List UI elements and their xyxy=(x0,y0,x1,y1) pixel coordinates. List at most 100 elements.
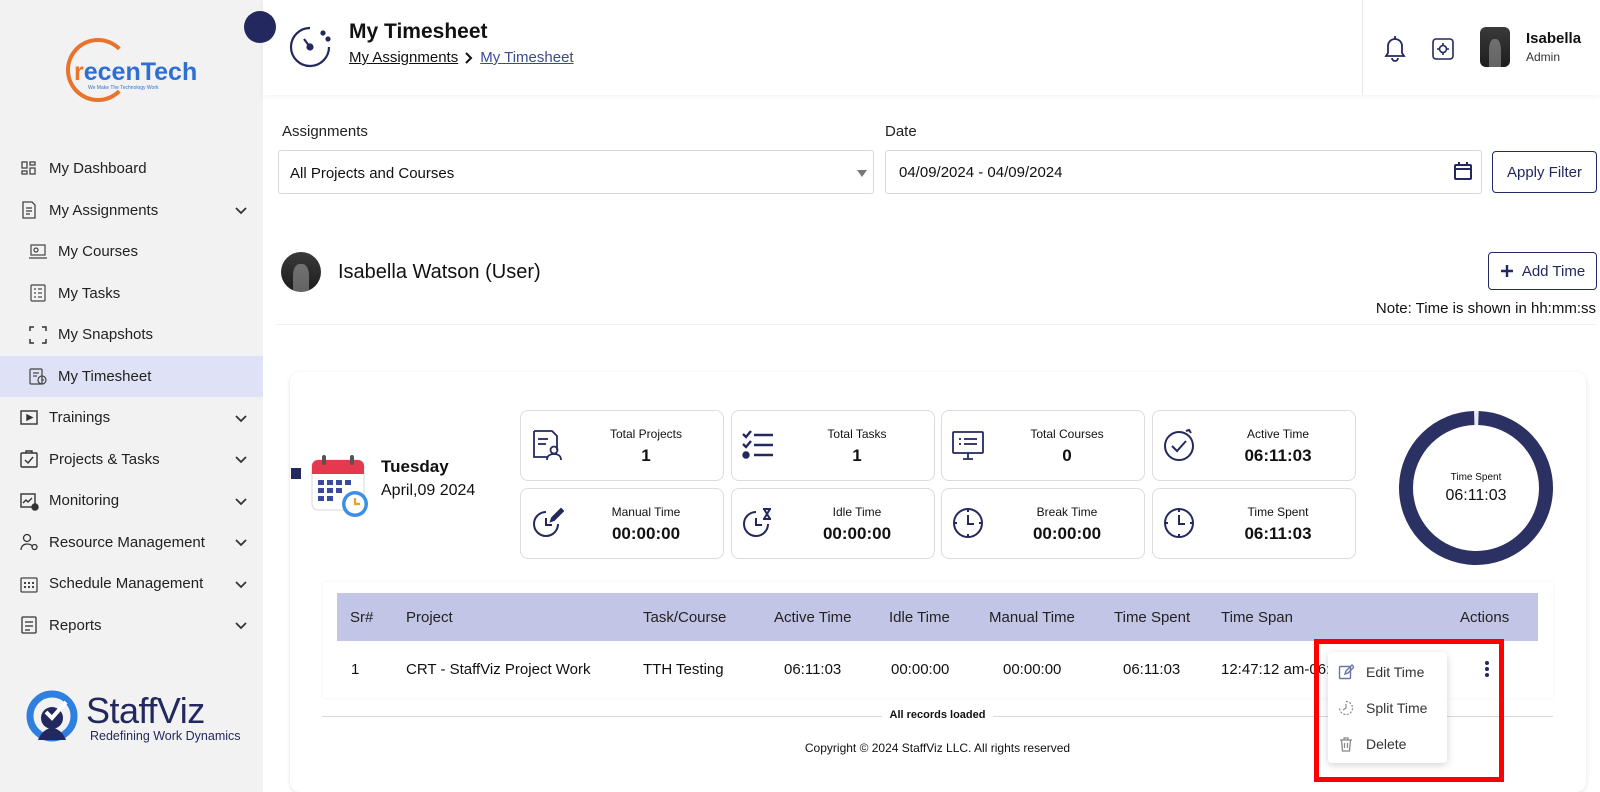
staffviz-logo-mark xyxy=(26,690,78,742)
assignments-icon xyxy=(18,199,40,221)
row-actions-kebab-icon[interactable] xyxy=(1479,660,1495,678)
sidebar-item-my-timesheet[interactable]: My Timesheet xyxy=(0,355,263,397)
cell-project: CRT - StaffViz Project Work xyxy=(406,661,591,678)
sidebar-item-label: Reports xyxy=(49,616,102,634)
menu-item-label: Split Time xyxy=(1366,700,1428,716)
user-role: Admin xyxy=(1526,50,1561,64)
table-header: Sr# Project Task/Course Active Time Idle… xyxy=(337,593,1538,641)
menu-item-split-time[interactable]: Split Time xyxy=(1328,691,1447,725)
monitoring-icon xyxy=(18,490,40,512)
sidebar-item-resource-management[interactable]: Resource Management xyxy=(0,522,263,564)
stat-total-tasks: Total Tasks 1 xyxy=(731,410,935,481)
trash-icon xyxy=(1340,737,1352,752)
sidebar-item-my-courses[interactable]: My Courses xyxy=(0,231,263,273)
timesheet-clock-icon xyxy=(289,26,331,68)
breadcrumb-my-assignments[interactable]: My Assignments xyxy=(349,49,458,66)
col-manual-time: Manual Time xyxy=(989,609,1075,626)
sidebar-item-projects-tasks[interactable]: Projects & Tasks xyxy=(0,439,263,481)
page-title: My Timesheet xyxy=(349,20,488,43)
sidebar-item-my-snapshots[interactable]: My Snapshots xyxy=(0,314,263,356)
breadcrumb: My Assignments My Timesheet xyxy=(349,49,574,66)
stat-label: Time Spent xyxy=(1247,505,1309,519)
split-time-icon xyxy=(1338,700,1354,716)
stat-time-spent: Time Spent 06:11:03 xyxy=(1152,488,1356,559)
assignments-select-value: All Projects and Courses xyxy=(290,165,455,182)
edit-icon xyxy=(1338,664,1354,680)
sidebar-item-trainings[interactable]: Trainings xyxy=(0,397,263,439)
day-weekday: Tuesday xyxy=(381,457,449,476)
plus-icon xyxy=(1500,265,1513,277)
time-format-note: Note: Time is shown in hh:mm:ss xyxy=(1375,300,1596,317)
sidebar-nav: My Dashboard My Assignments My Courses M… xyxy=(0,148,263,646)
dashboard-icon xyxy=(18,158,40,180)
sidebar-item-label: Schedule Management xyxy=(49,575,204,593)
menu-item-delete[interactable]: Delete xyxy=(1328,727,1447,761)
courses-icon xyxy=(952,431,984,460)
stat-label: Manual Time xyxy=(611,505,681,519)
manual-time-icon xyxy=(533,507,564,537)
logo-wordmark: recenTech xyxy=(74,58,198,86)
user-avatar xyxy=(281,252,321,292)
logo-tagline: We Make The Technology Work xyxy=(88,85,159,91)
sidebar-item-label: My Courses xyxy=(58,243,139,261)
chevron-right-icon xyxy=(465,51,473,64)
user-full-name: Isabella Watson (User) xyxy=(338,261,541,283)
stat-value: 0 xyxy=(1062,446,1072,465)
trainings-icon xyxy=(18,407,40,429)
notification-bell-icon[interactable] xyxy=(1382,34,1408,62)
chevron-down-icon xyxy=(235,622,247,630)
donut-value: 06:11:03 xyxy=(1445,487,1507,504)
stat-total-courses: Total Courses 0 xyxy=(941,410,1145,481)
stat-value: 1 xyxy=(852,446,862,465)
sidebar-item-schedule-management[interactable]: Schedule Management xyxy=(0,563,263,605)
cell-idle-time: 00:00:00 xyxy=(891,661,950,678)
stat-manual-time: Manual Time 00:00:00 xyxy=(520,488,724,559)
user-name[interactable]: Isabella xyxy=(1526,30,1581,47)
day-marker xyxy=(291,468,301,479)
sidebar-collapse-button[interactable] xyxy=(244,11,276,43)
dropdown-caret-icon xyxy=(857,170,867,177)
chevron-down-icon xyxy=(235,539,247,547)
apply-filter-button[interactable]: Apply Filter xyxy=(1492,151,1597,193)
menu-item-label: Edit Time xyxy=(1366,664,1425,680)
sidebar-item-label: Projects & Tasks xyxy=(49,450,160,468)
cell-active-time: 06:11:03 xyxy=(784,661,842,678)
settings-icon[interactable] xyxy=(1431,36,1455,62)
sidebar-item-monitoring[interactable]: Monitoring xyxy=(0,480,263,522)
sidebar-item-my-dashboard[interactable]: My Dashboard xyxy=(0,148,263,190)
breadcrumb-my-timesheet[interactable]: My Timesheet xyxy=(480,49,573,66)
add-time-button[interactable]: Add Time xyxy=(1488,252,1597,290)
resource-icon xyxy=(18,531,40,553)
user-avatar[interactable] xyxy=(1480,27,1510,67)
sidebar-item-my-tasks[interactable]: My Tasks xyxy=(0,273,263,315)
company-logo[interactable]: recenTech We Make The Technology Work xyxy=(66,38,198,110)
sidebar-item-label: My Dashboard xyxy=(49,160,147,178)
stat-label: Active Time xyxy=(1246,427,1309,441)
row-actions-menu: Edit Time Split Time Delete xyxy=(1328,652,1447,763)
date-range-value: 04/09/2024 - 04/09/2024 xyxy=(899,164,1063,181)
menu-item-edit-time[interactable]: Edit Time xyxy=(1328,655,1447,689)
header-divider xyxy=(1362,0,1363,95)
sidebar-item-label: My Snapshots xyxy=(58,326,154,344)
chevron-down-icon xyxy=(235,415,247,423)
col-sr: Sr# xyxy=(350,609,374,626)
calendar-icon[interactable] xyxy=(1453,161,1473,181)
col-task-course: Task/Course xyxy=(643,609,727,626)
donut-label: Time Spent xyxy=(1450,472,1502,483)
date-range-input[interactable]: 04/09/2024 - 04/09/2024 xyxy=(885,150,1482,194)
stat-label: Total Tasks xyxy=(827,427,887,441)
cell-time-spent: 06:11:03 xyxy=(1123,661,1181,678)
sidebar-item-reports[interactable]: Reports xyxy=(0,605,263,647)
sidebar-item-my-assignments[interactable]: My Assignments xyxy=(0,190,263,232)
stat-break-time: Break Time 00:00:00 xyxy=(941,488,1145,559)
stat-value: 00:00:00 xyxy=(611,524,681,543)
sidebar-item-label: My Tasks xyxy=(58,284,121,302)
stat-label: Total Courses xyxy=(1030,427,1104,441)
stat-value: 1 xyxy=(641,446,651,465)
day-date: April,09 2024 xyxy=(381,482,476,499)
schedule-icon xyxy=(18,573,40,595)
courses-icon xyxy=(27,241,49,263)
stat-label: Break Time xyxy=(1036,505,1098,519)
projects-icon xyxy=(18,448,40,470)
assignments-select[interactable]: All Projects and Courses xyxy=(278,150,874,194)
